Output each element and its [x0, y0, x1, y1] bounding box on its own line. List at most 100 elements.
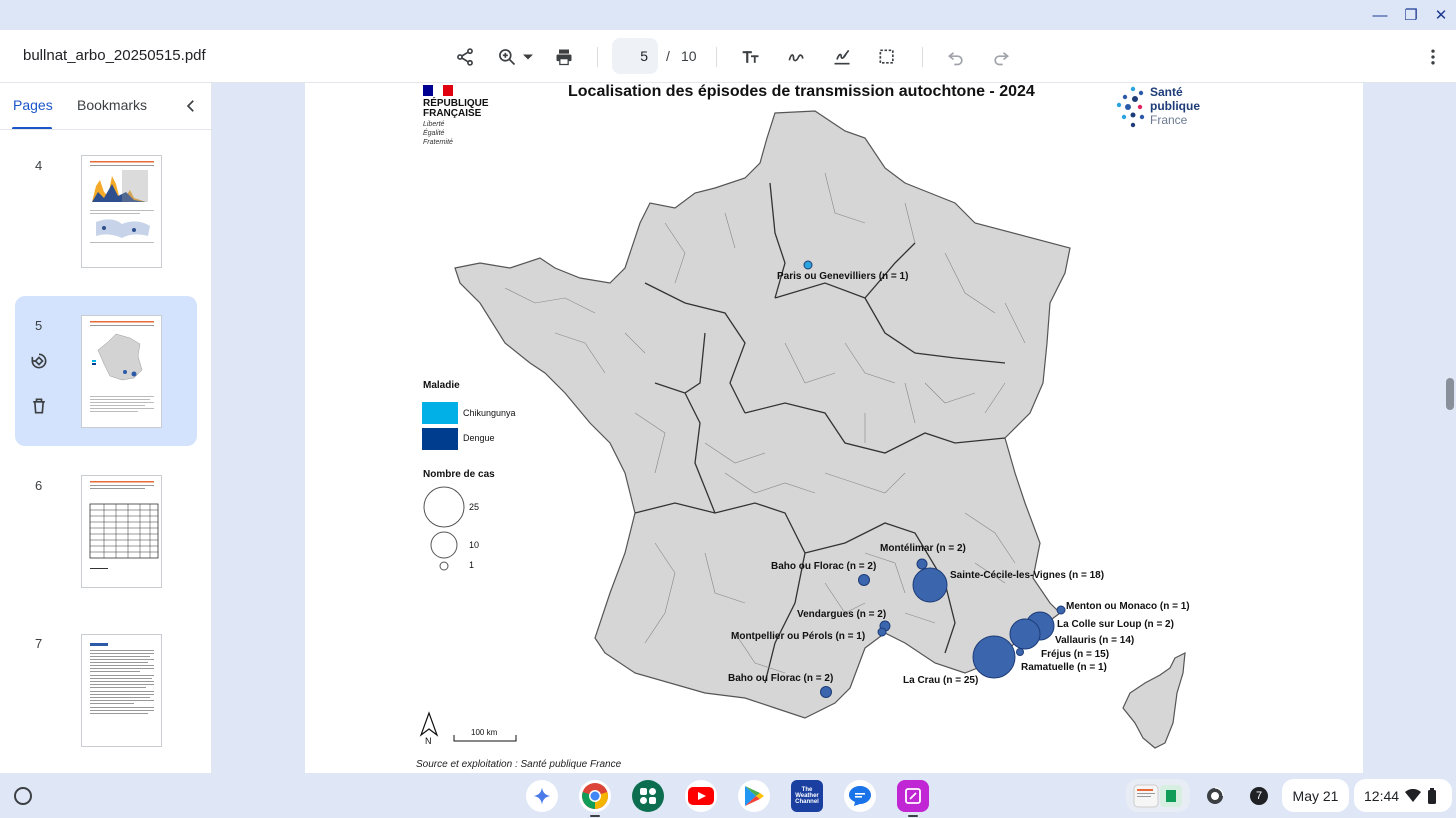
notification-count-badge[interactable]: 7 [1244, 779, 1274, 812]
thumbnail-sidebar: Pages Bookmarks 4 5 6 7 [0, 83, 212, 773]
gemini-app-icon[interactable] [526, 780, 558, 812]
delete-page-icon[interactable] [29, 396, 49, 416]
map-label-la-crau: La Crau (n = 25) [903, 675, 978, 686]
case-bubble-ramatuelle [1016, 648, 1024, 656]
chrome-app-icon[interactable] [579, 780, 611, 812]
page-thumbnail-4[interactable] [81, 155, 162, 268]
page-thumbnail-5[interactable] [81, 315, 162, 428]
legend-chikungunya-label: Chikungunya [463, 408, 516, 418]
draw-pen-icon[interactable] [783, 44, 809, 70]
case-bubble-baho-florac-1 [858, 574, 870, 586]
scrollbar-thumb[interactable] [1446, 378, 1454, 410]
battery-icon [1428, 787, 1437, 804]
case-bubble-baho-florac-2 [820, 686, 832, 698]
clock: 12:44 [1364, 787, 1400, 804]
zoom-dropdown-chevron-down-icon[interactable] [518, 44, 538, 70]
corsica-shape [1122, 651, 1186, 749]
legend-size-25-circle [423, 486, 465, 528]
launcher-icon[interactable] [14, 787, 32, 805]
scale-label: 100 km [471, 728, 498, 737]
title-bar: — ❐ ✕ [0, 0, 1456, 30]
legend-disease-title: Maladie [423, 380, 460, 391]
case-bubble-vallauris [1009, 618, 1041, 650]
page-separator: / [666, 48, 670, 64]
page-thumbnail-6[interactable] [81, 475, 162, 588]
toolbar-divider [597, 47, 598, 67]
legend-dengue-label: Dengue [463, 433, 495, 443]
document-viewer[interactable]: Localisation des épisodes de transmissio… [213, 83, 1456, 773]
legend-size-10-label: 10 [469, 540, 480, 550]
thumbnail-page-number: 6 [35, 478, 43, 493]
map-label-ramatuelle: Ramatuelle (n = 1) [1021, 662, 1107, 673]
toolbar-divider [922, 47, 923, 67]
date-tray[interactable]: May 21 [1282, 779, 1349, 812]
app-grid-icon[interactable] [632, 780, 664, 812]
map-label-paris: Paris ou Genevilliers (n = 1) [777, 271, 908, 282]
north-label: N [425, 736, 432, 746]
case-bubble-paris [803, 260, 813, 270]
print-icon[interactable] [551, 44, 577, 70]
north-arrow-icon [419, 711, 439, 737]
play-store-icon[interactable] [738, 780, 770, 812]
case-bubble-menton [1056, 605, 1066, 615]
legend-size-1-label: 1 [469, 560, 475, 570]
case-bubble-montpellier [877, 627, 887, 637]
legend-size-10-circle [430, 531, 458, 559]
weather-channel-app-icon[interactable]: The Weather Channel [791, 780, 823, 812]
pdf-viewer-app-icon[interactable] [897, 780, 929, 812]
rotate-page-icon[interactable] [29, 351, 49, 371]
running-indicator [590, 815, 600, 817]
select-area-icon[interactable] [874, 44, 900, 70]
youtube-app-icon[interactable] [685, 780, 717, 812]
legend-cases-title: Nombre de cas [423, 469, 495, 480]
case-bubble-montelimar [916, 558, 928, 570]
map-label-baho-florac-1: Baho ou Florac (n = 2) [771, 561, 876, 572]
tab-bookmarks[interactable]: Bookmarks [77, 97, 147, 113]
legend-chikungunya-swatch [422, 402, 458, 424]
zoom-icon[interactable] [494, 44, 520, 70]
thumbnail-row-page-6: 6 [15, 463, 197, 613]
text-annotation-icon[interactable] [738, 44, 764, 70]
maximize-icon[interactable]: ❐ [1401, 6, 1421, 26]
messages-app-icon[interactable] [844, 780, 876, 812]
legend-size-25-label: 25 [469, 502, 480, 512]
source-caption: Source et exploitation : Santé publique … [416, 759, 622, 770]
minimize-icon[interactable]: — [1370, 6, 1390, 26]
more-options-icon[interactable] [1420, 44, 1446, 70]
thumbnail-page-number: 7 [35, 636, 43, 651]
page-thumbnail-7[interactable] [81, 634, 162, 747]
holding-space-tray[interactable] [1126, 779, 1190, 812]
pdf-page: Localisation des épisodes de transmissio… [305, 83, 1363, 773]
close-icon[interactable]: ✕ [1431, 6, 1451, 26]
legend-dengue-swatch [422, 428, 458, 450]
thumbnail-page-number: 4 [35, 158, 43, 173]
page-number-input[interactable] [612, 38, 658, 74]
share-icon[interactable] [452, 44, 478, 70]
screen-capture-icon[interactable] [1200, 779, 1230, 812]
status-area[interactable]: 12:44 [1354, 779, 1452, 812]
sidebar-divider [0, 129, 211, 130]
case-bubble-la-crau [972, 635, 1016, 679]
mainland-france-shape [454, 110, 1071, 719]
pdf-toolbar: bullnat_arbo_20250515.pdf / 10 [0, 30, 1456, 83]
tab-pages[interactable]: Pages [13, 97, 53, 113]
map-label-baho-florac-2: Baho ou Florac (n = 2) [728, 673, 833, 684]
redo-icon[interactable] [988, 44, 1014, 70]
signature-icon[interactable] [829, 44, 855, 70]
file-name: bullnat_arbo_20250515.pdf [23, 47, 206, 64]
case-bubble-sainte-cecile [912, 567, 948, 603]
map-label-menton: Menton ou Monaco (n = 1) [1066, 601, 1190, 612]
toolbar-divider [716, 47, 717, 67]
wifi-icon [1405, 788, 1422, 802]
page-total: 10 [681, 48, 697, 64]
map-label-montelimar: Montélimar (n = 2) [880, 543, 966, 554]
france-map: Paris ou Genevilliers (n = 1) Montélimar… [419, 110, 1190, 749]
map-label-vendargues: Vendargues (n = 2) [797, 609, 886, 620]
map-label-montpellier: Montpellier ou Pérols (n = 1) [731, 631, 865, 642]
thumbnail-row-page-5: 5 [15, 296, 197, 446]
thumbnail-page-number: 5 [35, 318, 43, 333]
map-label-sainte-cecile: Sainte-Cécile-les-Vignes (n = 18) [950, 570, 1104, 581]
collapse-sidebar-chevron-left-icon[interactable] [182, 97, 200, 115]
undo-icon[interactable] [943, 44, 969, 70]
shelf: The Weather Channel 7 May 21 12:44 [0, 773, 1456, 818]
